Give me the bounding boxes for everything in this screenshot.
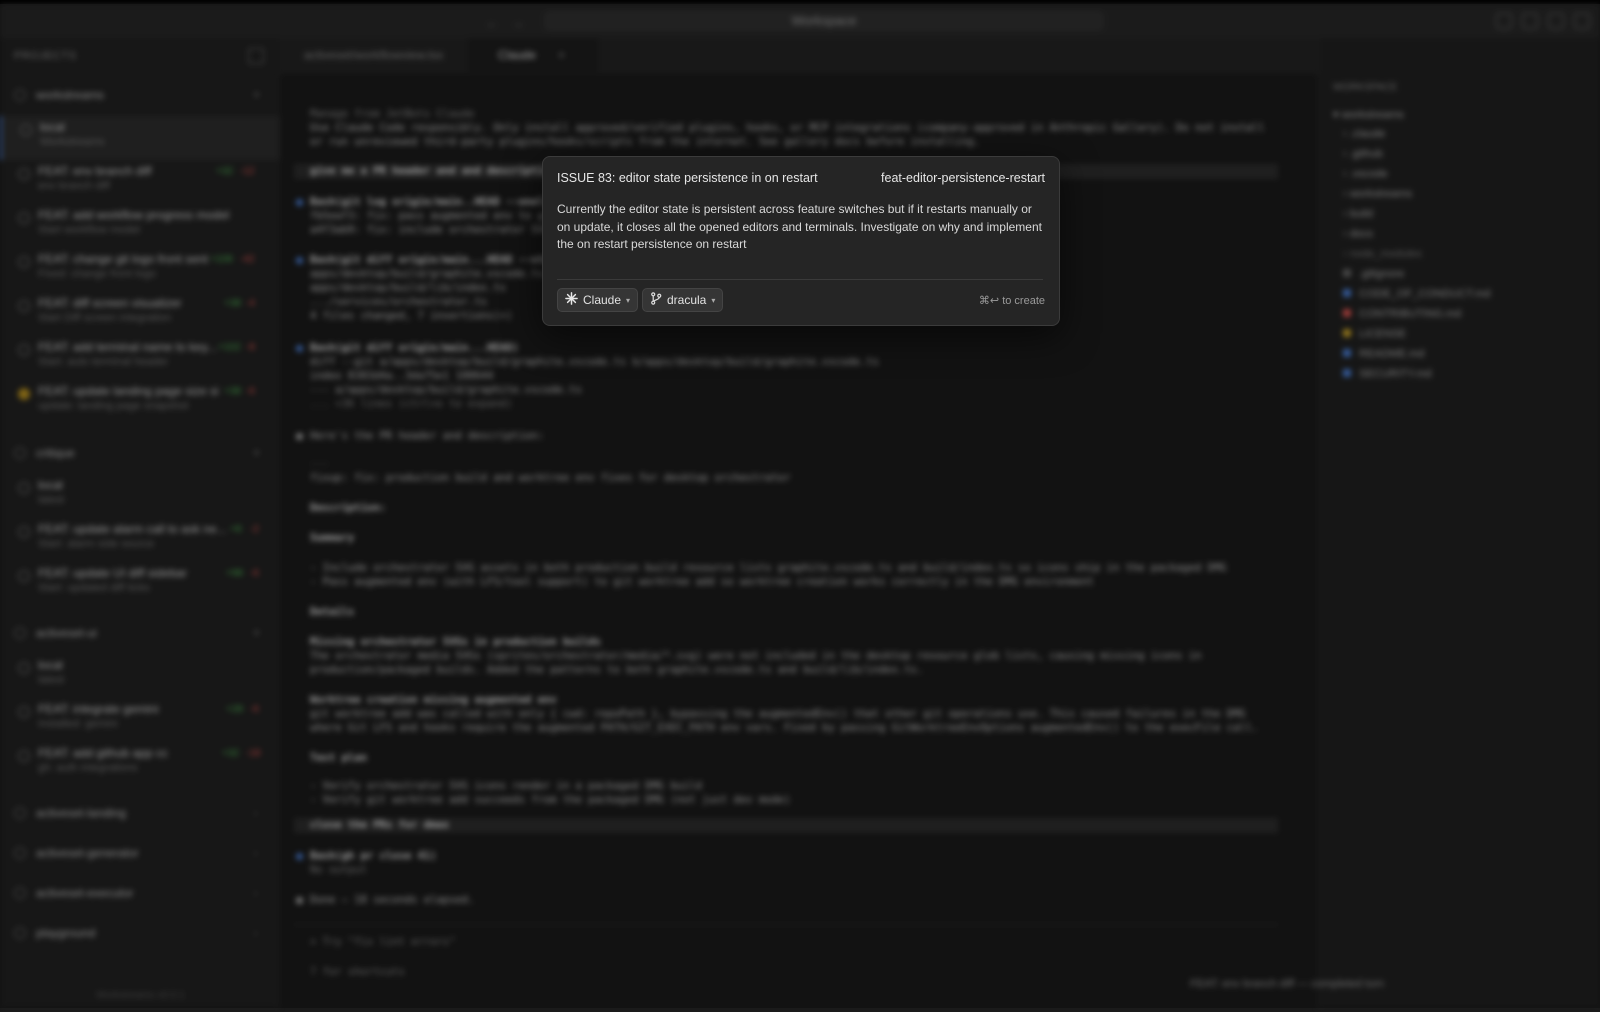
issue-title: ISSUE 83: editor state persistence in on… — [557, 171, 818, 185]
theme-select[interactable]: dracula ▾ — [642, 288, 724, 312]
modal-backdrop[interactable] — [0, 0, 1600, 1008]
chevron-down-icon: ▾ — [626, 295, 631, 305]
create-workstream-dialog: ISSUE 83: editor state persistence in on… — [542, 156, 1060, 326]
branch-name[interactable]: feat-editor-persistence-restart — [881, 171, 1045, 185]
claude-sparkle-icon — [565, 292, 578, 308]
theme-label: dracula — [667, 293, 707, 307]
dialog-divider — [557, 279, 1043, 280]
issue-description[interactable]: Currently the editor state is persistent… — [557, 201, 1043, 254]
chevron-down-icon: ▾ — [711, 295, 716, 305]
agent-select[interactable]: Claude ▾ — [557, 288, 639, 312]
git-branch-icon — [650, 292, 662, 308]
agent-label: Claude — [583, 293, 622, 307]
create-shortcut-hint[interactable]: ⌘↩ to create — [979, 294, 1045, 307]
